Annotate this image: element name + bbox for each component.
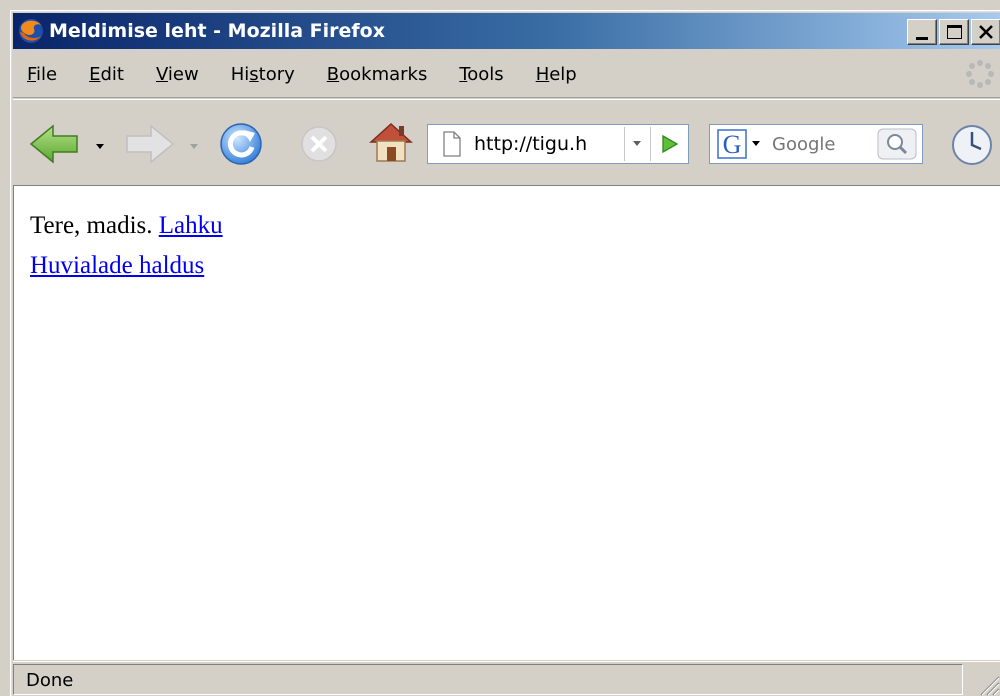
page-content: Tere, madis. Lahku Huvialade haldus	[13, 185, 1000, 660]
maximize-button[interactable]	[939, 19, 969, 45]
back-dropdown[interactable]	[93, 138, 107, 152]
search-button[interactable]	[874, 127, 920, 161]
browser-window: Meldimise leht - Mozilla Firefox File Edi…	[10, 10, 1000, 696]
resize-grip[interactable]	[975, 671, 1000, 696]
page-icon	[443, 131, 461, 157]
maximize-icon	[947, 25, 962, 39]
dropdown-arrow-icon	[633, 141, 641, 146]
url-history-dropdown[interactable]	[624, 127, 649, 161]
forward-arrow-icon	[126, 124, 175, 164]
stop-icon	[301, 126, 337, 162]
url-text[interactable]: http://tigu.h	[474, 133, 622, 155]
minimize-button[interactable]	[907, 19, 937, 45]
throbber-icon	[965, 59, 995, 89]
search-engine-selector[interactable]: G	[712, 127, 770, 161]
greeting-line: Tere, madis. Lahku	[30, 206, 1000, 246]
forward-dropdown[interactable]	[187, 138, 201, 152]
menu-view[interactable]: View	[140, 64, 215, 85]
forward-button[interactable]	[121, 122, 177, 166]
menu-file[interactable]: File	[13, 64, 73, 85]
window-controls	[905, 19, 1000, 45]
resize-grip-icon	[980, 676, 1000, 696]
status-panel: Done	[13, 664, 963, 695]
logout-link[interactable]: Lahku	[159, 212, 223, 239]
search-input[interactable]	[772, 128, 870, 160]
manage-line: Huvialade haldus	[30, 246, 1000, 286]
stop-button[interactable]	[297, 122, 341, 166]
navigation-toolbar: http://tigu.h G	[13, 99, 1000, 186]
search-bar: G	[709, 124, 923, 164]
status-bar: Done	[13, 661, 1000, 696]
manage-hobbies-link[interactable]: Huvialade haldus	[30, 252, 204, 279]
close-button[interactable]	[971, 19, 1000, 45]
firefox-icon	[17, 17, 45, 45]
go-button[interactable]	[650, 127, 687, 161]
status-text: Done	[26, 670, 74, 691]
google-g-icon: G	[717, 129, 760, 159]
magnifier-icon	[877, 128, 917, 160]
reload-icon	[220, 123, 262, 165]
menu-bookmarks[interactable]: Bookmarks	[311, 64, 444, 85]
home-icon	[369, 122, 413, 162]
menu-help[interactable]: Help	[520, 64, 593, 85]
home-button[interactable]	[367, 118, 415, 166]
menu-edit[interactable]: Edit	[73, 64, 140, 85]
clock-icon	[952, 125, 992, 165]
menu-history[interactable]: History	[215, 64, 311, 85]
minimize-icon	[916, 37, 928, 40]
reload-button[interactable]	[217, 120, 265, 168]
svg-text:G: G	[723, 130, 742, 159]
greeting-text: Tere, madis.	[30, 212, 153, 239]
back-arrow-icon	[29, 124, 78, 164]
close-icon	[979, 25, 993, 39]
history-button[interactable]	[949, 122, 995, 168]
window-title: Meldimise leht - Mozilla Firefox	[49, 20, 385, 42]
menu-bar: File Edit View History Bookmarks Tools Help	[13, 51, 1000, 98]
go-arrow-icon	[662, 134, 679, 154]
dropdown-arrow-icon	[96, 144, 104, 149]
back-button[interactable]	[27, 122, 83, 166]
url-bar[interactable]: http://tigu.h	[427, 124, 689, 164]
title-bar[interactable]: Meldimise leht - Mozilla Firefox	[13, 13, 1000, 49]
menu-tools[interactable]: Tools	[443, 64, 519, 85]
dropdown-arrow-icon	[190, 144, 198, 149]
